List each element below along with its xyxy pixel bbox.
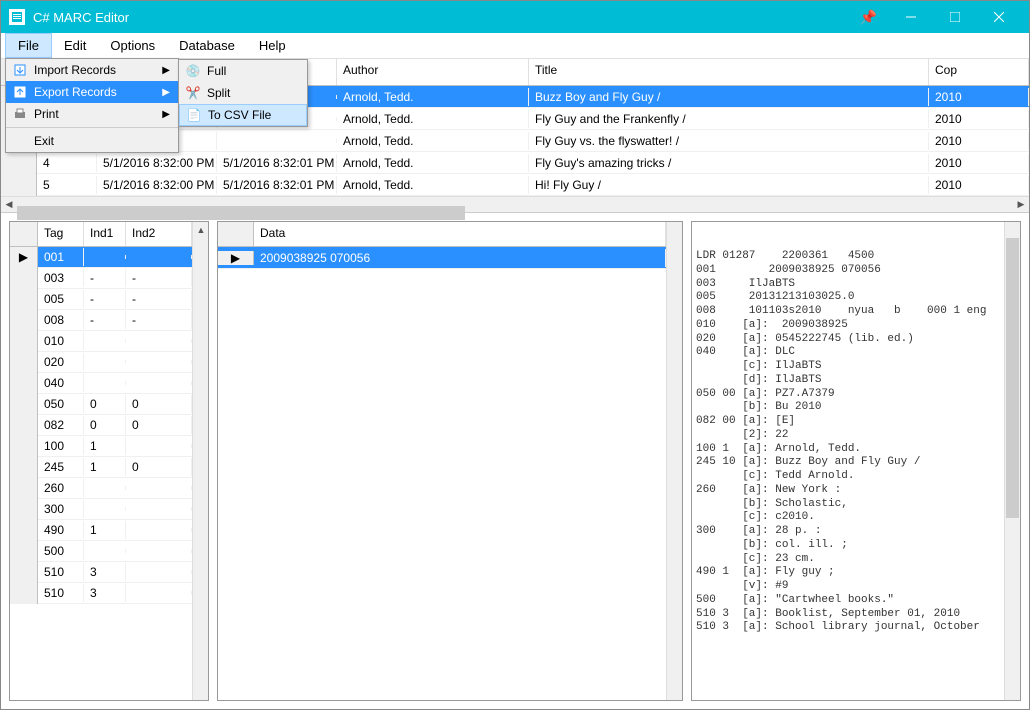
col-ind2[interactable]: Ind2 (126, 222, 192, 246)
data-row[interactable]: ▶ 2009038925 070056 (218, 247, 666, 269)
row-indicator-icon (10, 310, 38, 331)
menu-export-records[interactable]: Export Records ▶ 💿 Full ✂️ Split 📄 To CS… (6, 81, 178, 103)
row-indicator-icon (10, 478, 38, 499)
menu-edit[interactable]: Edit (52, 33, 98, 58)
tag-row[interactable]: 24510 (10, 457, 192, 478)
menu-help[interactable]: Help (247, 33, 298, 58)
row-indicator-icon (10, 373, 38, 394)
row-indicator-icon (10, 268, 38, 289)
row-indicator-icon (10, 583, 38, 604)
row-indicator-icon (1, 174, 37, 196)
tag-row[interactable]: 500 (10, 541, 192, 562)
menu-export-csv[interactable]: 📄 To CSV File (179, 104, 307, 126)
record-row[interactable]: 55/1/2016 8:32:00 PM5/1/2016 8:32:01 PMA… (1, 174, 1029, 196)
tag-row[interactable]: 4901 (10, 520, 192, 541)
row-indicator-icon (10, 415, 38, 436)
tag-row[interactable]: 5103 (10, 562, 192, 583)
menu-export-full[interactable]: 💿 Full (179, 60, 307, 82)
row-indicator-icon: ▶ (10, 247, 38, 268)
pin-icon[interactable]: 📌 (848, 9, 889, 26)
scroll-thumb[interactable] (17, 206, 465, 220)
record-icon: 💿 (183, 64, 203, 78)
scroll-right-icon[interactable]: ▶ (1013, 197, 1029, 213)
menu-import-records[interactable]: Import Records ▶ (6, 59, 178, 81)
tag-row[interactable]: 008-- (10, 310, 192, 331)
app-icon (9, 9, 25, 25)
file-dropdown: Import Records ▶ Export Records ▶ 💿 Full… (5, 58, 179, 153)
menubar: File Edit Options Database Help Import R… (1, 33, 1029, 59)
col-tag[interactable]: Tag (38, 222, 84, 246)
row-indicator-icon (10, 499, 38, 520)
col-cop[interactable]: Cop (929, 59, 1029, 85)
tag-vscroll[interactable]: ▲ (192, 222, 208, 700)
row-indicator-icon (10, 520, 38, 541)
scroll-up-icon[interactable]: ▲ (193, 222, 209, 238)
scroll-thumb[interactable] (1006, 238, 1019, 518)
tag-row[interactable]: 05000 (10, 394, 192, 415)
chevron-right-icon: ▶ (162, 87, 170, 98)
row-indicator-icon (10, 562, 38, 583)
minimize-button[interactable] (889, 1, 933, 33)
export-icon (10, 85, 30, 99)
import-icon (10, 63, 30, 77)
scroll-left-icon[interactable]: ◀ (1, 197, 17, 213)
row-indicator-icon (10, 331, 38, 352)
tag-panel: Tag Ind1 Ind2 ▶001003--005--008--0100200… (9, 221, 209, 701)
tag-row[interactable]: 020 (10, 352, 192, 373)
tag-row[interactable]: 003-- (10, 268, 192, 289)
tag-row[interactable]: ▶001 (10, 247, 192, 268)
col-author[interactable]: Author (337, 59, 529, 85)
tag-row[interactable]: 300 (10, 499, 192, 520)
data-vscroll[interactable] (666, 222, 682, 700)
app-window: C# MARC Editor 📌 File Edit Options Datab… (0, 0, 1030, 710)
menu-options[interactable]: Options (98, 33, 167, 58)
col-data[interactable]: Data (254, 222, 666, 246)
row-indicator-icon (1, 152, 37, 174)
content-area: Date Changed Author Title Cop ▶01 PMArno… (1, 59, 1029, 709)
menu-export-split[interactable]: ✂️ Split (179, 82, 307, 104)
tag-row[interactable]: 010 (10, 331, 192, 352)
marc-text-panel: LDR 01287 2200361 4500 001 2009038925 07… (691, 221, 1021, 701)
tag-row[interactable]: 260 (10, 478, 192, 499)
row-indicator-icon (10, 394, 38, 415)
tag-row[interactable]: 005-- (10, 289, 192, 310)
record-row[interactable]: 45/1/2016 8:32:00 PM5/1/2016 8:32:01 PMA… (1, 152, 1029, 174)
chevron-right-icon: ▶ (162, 109, 170, 120)
window-title: C# MARC Editor (33, 10, 848, 25)
col-ind1[interactable]: Ind1 (84, 222, 126, 246)
col-title[interactable]: Title (529, 59, 929, 85)
row-indicator-icon: ▶ (218, 251, 254, 265)
titlebar: C# MARC Editor 📌 (1, 1, 1029, 33)
row-indicator-icon (10, 352, 38, 373)
menu-print[interactable]: Print ▶ (6, 103, 178, 125)
menu-separator (6, 127, 178, 128)
tag-row[interactable]: 08200 (10, 415, 192, 436)
print-icon (10, 107, 30, 121)
cut-icon: ✂️ (183, 86, 203, 100)
data-panel: Data ▶ 2009038925 070056 (217, 221, 683, 701)
menu-database[interactable]: Database (167, 33, 247, 58)
marc-vscroll[interactable]: ▲ (1004, 222, 1020, 700)
menu-file[interactable]: File (5, 33, 52, 58)
row-indicator-icon (10, 289, 38, 310)
tag-row[interactable]: 040 (10, 373, 192, 394)
csv-icon: 📄 (184, 108, 204, 122)
export-submenu: 💿 Full ✂️ Split 📄 To CSV File (178, 59, 308, 127)
chevron-right-icon: ▶ (162, 65, 170, 76)
tag-row[interactable]: 5103 (10, 583, 192, 604)
close-button[interactable] (977, 1, 1021, 33)
data-value: 2009038925 070056 (254, 249, 666, 267)
row-indicator-icon (10, 436, 38, 457)
row-indicator-icon (10, 541, 38, 562)
records-hscroll[interactable]: ◀ ▶ (1, 196, 1029, 212)
tag-row[interactable]: 1001 (10, 436, 192, 457)
maximize-button[interactable] (933, 1, 977, 33)
panels: Tag Ind1 Ind2 ▶001003--005--008--0100200… (1, 213, 1029, 709)
row-indicator-icon (10, 457, 38, 478)
marc-text: LDR 01287 2200361 4500 001 2009038925 07… (696, 250, 1016, 635)
menu-exit[interactable]: Exit (6, 130, 178, 152)
